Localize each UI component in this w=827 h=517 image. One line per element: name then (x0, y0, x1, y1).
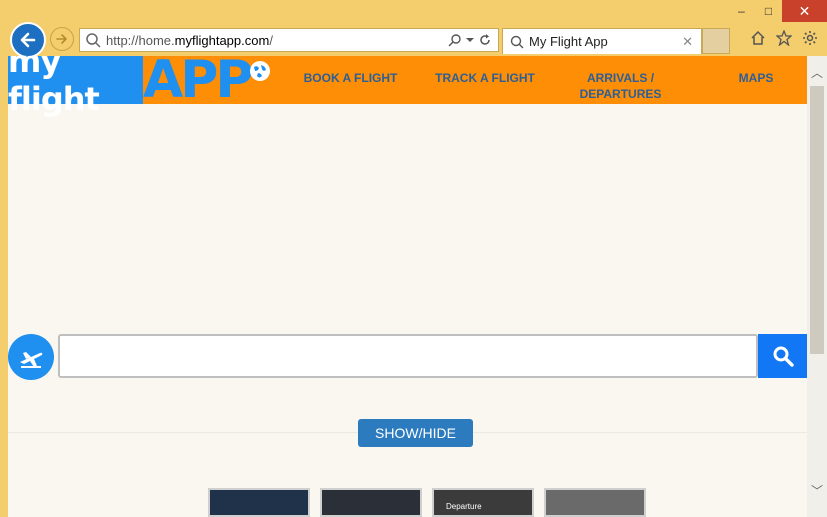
search-icon (773, 346, 794, 367)
gear-icon[interactable] (801, 29, 819, 47)
browser-tab[interactable]: My Flight App ✕ (502, 28, 702, 54)
site-navbar: my flight APP BOOK A FLIGHT TRACK A FLIG… (8, 56, 807, 118)
refresh-icon[interactable] (478, 33, 492, 47)
tab-title: My Flight App (529, 34, 608, 49)
scroll-down-arrow-icon[interactable]: ﹀ (807, 482, 827, 498)
url-text[interactable]: http://home.myflightapp.com/ (106, 33, 448, 48)
scroll-up-arrow-icon[interactable]: ︿ (807, 64, 827, 80)
thumbnail-label: Departure (446, 502, 482, 511)
nav-departures-label: DEPARTURES (579, 87, 662, 101)
search-button[interactable] (758, 334, 807, 378)
forward-button[interactable] (50, 27, 74, 51)
browser-chrome: – □ ✕ http://home.myflightapp.com/ My Fl… (0, 0, 827, 58)
browser-toolbar (749, 29, 819, 47)
show-hide-button[interactable]: SHOW/HIDE (358, 419, 473, 447)
window-controls: – □ ✕ (728, 0, 827, 22)
maximize-button[interactable]: □ (755, 0, 782, 22)
page-viewport: my flight APP BOOK A FLIGHT TRACK A FLIG… (8, 56, 807, 517)
nav-track-a-flight[interactable]: TRACK A FLIGHT (430, 70, 540, 86)
thumbnail-3[interactable]: Departure (432, 488, 534, 517)
back-button[interactable] (10, 22, 46, 58)
thumbnail-4[interactable] (544, 488, 646, 517)
search-icon (510, 35, 524, 48)
home-icon[interactable] (749, 29, 767, 47)
forward-arrow-icon (56, 34, 67, 44)
site-logo[interactable]: my flight APP (8, 56, 280, 118)
url-suffix: / (269, 32, 273, 48)
close-button[interactable]: ✕ (782, 0, 827, 22)
minimize-button[interactable]: – (728, 0, 755, 22)
tab-close-icon[interactable]: ✕ (682, 34, 693, 50)
back-arrow-icon (20, 32, 36, 48)
url-prefix: http://home. (106, 32, 175, 48)
chevron-down-icon[interactable] (466, 36, 474, 44)
address-tools (448, 33, 492, 47)
star-icon[interactable] (775, 29, 793, 47)
nav-maps[interactable]: MAPS (728, 70, 784, 86)
new-tab-button[interactable] (702, 28, 730, 54)
nav-arrivals-departures[interactable]: ARRIVALS / DEPARTURES (568, 70, 673, 102)
thumbnail-2[interactable] (320, 488, 422, 517)
thumbnail-1[interactable] (208, 488, 310, 517)
logo-text: my flight (8, 56, 143, 118)
page-icon (86, 33, 101, 48)
globe-icon (250, 61, 270, 81)
url-domain: myflightapp.com (174, 32, 270, 48)
plane-badge (8, 334, 54, 380)
search-icon[interactable] (448, 33, 462, 47)
scroll-thumb[interactable] (810, 86, 824, 354)
flight-search-input[interactable] (58, 334, 758, 378)
nav-arrivals-label: ARRIVALS / (586, 71, 655, 85)
nav-book-a-flight[interactable]: BOOK A FLIGHT (298, 70, 403, 86)
vertical-scrollbar[interactable]: ︿ ﹀ (807, 56, 827, 517)
address-bar[interactable]: http://home.myflightapp.com/ (79, 28, 499, 52)
plane-icon (20, 352, 43, 368)
